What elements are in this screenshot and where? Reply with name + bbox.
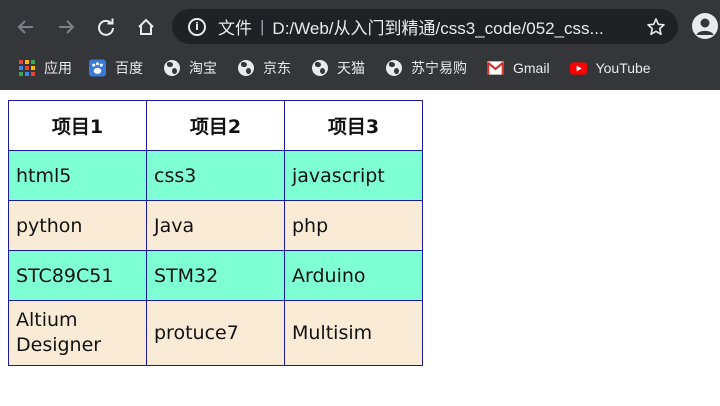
security-label: 文件: [218, 19, 252, 38]
reload-button[interactable]: [86, 7, 126, 47]
forward-button[interactable]: [46, 7, 86, 47]
url-text[interactable]: D:/Web/从入门到精通/css3_code/052_css...: [272, 14, 603, 39]
table-row: python Java php: [8, 200, 423, 251]
globe-icon: [311, 60, 328, 77]
table-cell: html5: [8, 150, 147, 201]
bookmark-star-icon[interactable]: [642, 13, 670, 41]
table-cell: Multisim: [284, 300, 423, 366]
table-cell: STM32: [146, 250, 285, 301]
baidu-icon: [89, 59, 106, 77]
bookmark-label: YouTube: [595, 60, 651, 76]
bookmark-youtube[interactable]: YouTube: [569, 53, 651, 83]
table-cell: php: [284, 200, 423, 251]
table-cell: Arduino: [284, 250, 423, 301]
column-header: 项目2: [146, 100, 285, 151]
arrow-left-icon: [17, 19, 33, 34]
bookmark-apps[interactable]: 应用: [18, 53, 72, 83]
reload-icon: [98, 18, 114, 36]
table-cell: STC89C51: [8, 250, 147, 301]
table-cell: python: [8, 200, 147, 251]
bookmark-label: 百度: [115, 60, 143, 76]
bookmark-label: 京东: [263, 60, 291, 76]
bookmark-baidu[interactable]: 百度: [89, 53, 143, 83]
back-button[interactable]: [6, 7, 46, 47]
column-header: 项目3: [284, 100, 423, 151]
browser-chrome: i 文件 | D:/Web/从入门到精通/css3_code/052_css..…: [0, 0, 720, 90]
home-button[interactable]: [126, 7, 166, 47]
globe-icon: [385, 60, 402, 77]
table-cell: css3: [146, 150, 285, 201]
bookmark-jd[interactable]: 京东: [237, 53, 291, 83]
bookmark-gmail[interactable]: Gmail: [487, 53, 550, 83]
bookmark-label: Gmail: [513, 60, 550, 76]
table-row: html5 css3 javascript: [8, 150, 423, 201]
home-icon: [138, 18, 154, 35]
table-row: STC89C51 STM32 Arduino: [8, 250, 423, 301]
bookmarks-bar: 应用 百度 淘宝 京东 天猫 苏宁易购 Gmail YouTube: [0, 53, 720, 83]
globe-icon: [237, 60, 254, 77]
gmail-icon: [487, 60, 504, 77]
globe-icon: [163, 60, 180, 77]
bookmark-tmall[interactable]: 天猫: [311, 53, 365, 83]
url-separator: |: [260, 16, 265, 36]
bookmark-label: 苏宁易购: [411, 60, 467, 76]
table-header-row: 项目1 项目2 项目3: [8, 100, 423, 151]
apps-grid-icon: [18, 60, 35, 77]
bookmark-label: 淘宝: [189, 60, 217, 76]
table-cell: javascript: [284, 150, 423, 201]
info-icon[interactable]: i: [188, 17, 206, 36]
youtube-icon: [569, 60, 587, 77]
bookmark-taobao[interactable]: 淘宝: [163, 53, 217, 83]
bookmark-label: 应用: [44, 60, 72, 76]
arrow-right-icon: [59, 19, 75, 34]
bookmark-suning[interactable]: 苏宁易购: [385, 53, 467, 83]
table-cell: Java: [146, 200, 285, 251]
page-content: 项目1 项目2 项目3 html5 css3 javascript python…: [8, 100, 423, 366]
address-bar[interactable]: i 文件 | D:/Web/从入门到精通/css3_code/052_css..…: [172, 9, 678, 44]
table-cell: Altium Designer: [8, 300, 147, 366]
profile-avatar-icon[interactable]: [692, 13, 718, 39]
table-row: Altium Designer protuce7 Multisim: [8, 300, 423, 366]
column-header: 项目1: [8, 100, 147, 151]
bookmark-label: 天猫: [337, 60, 365, 76]
data-table: 项目1 项目2 项目3 html5 css3 javascript python…: [8, 100, 423, 366]
table-cell: protuce7: [146, 300, 285, 366]
